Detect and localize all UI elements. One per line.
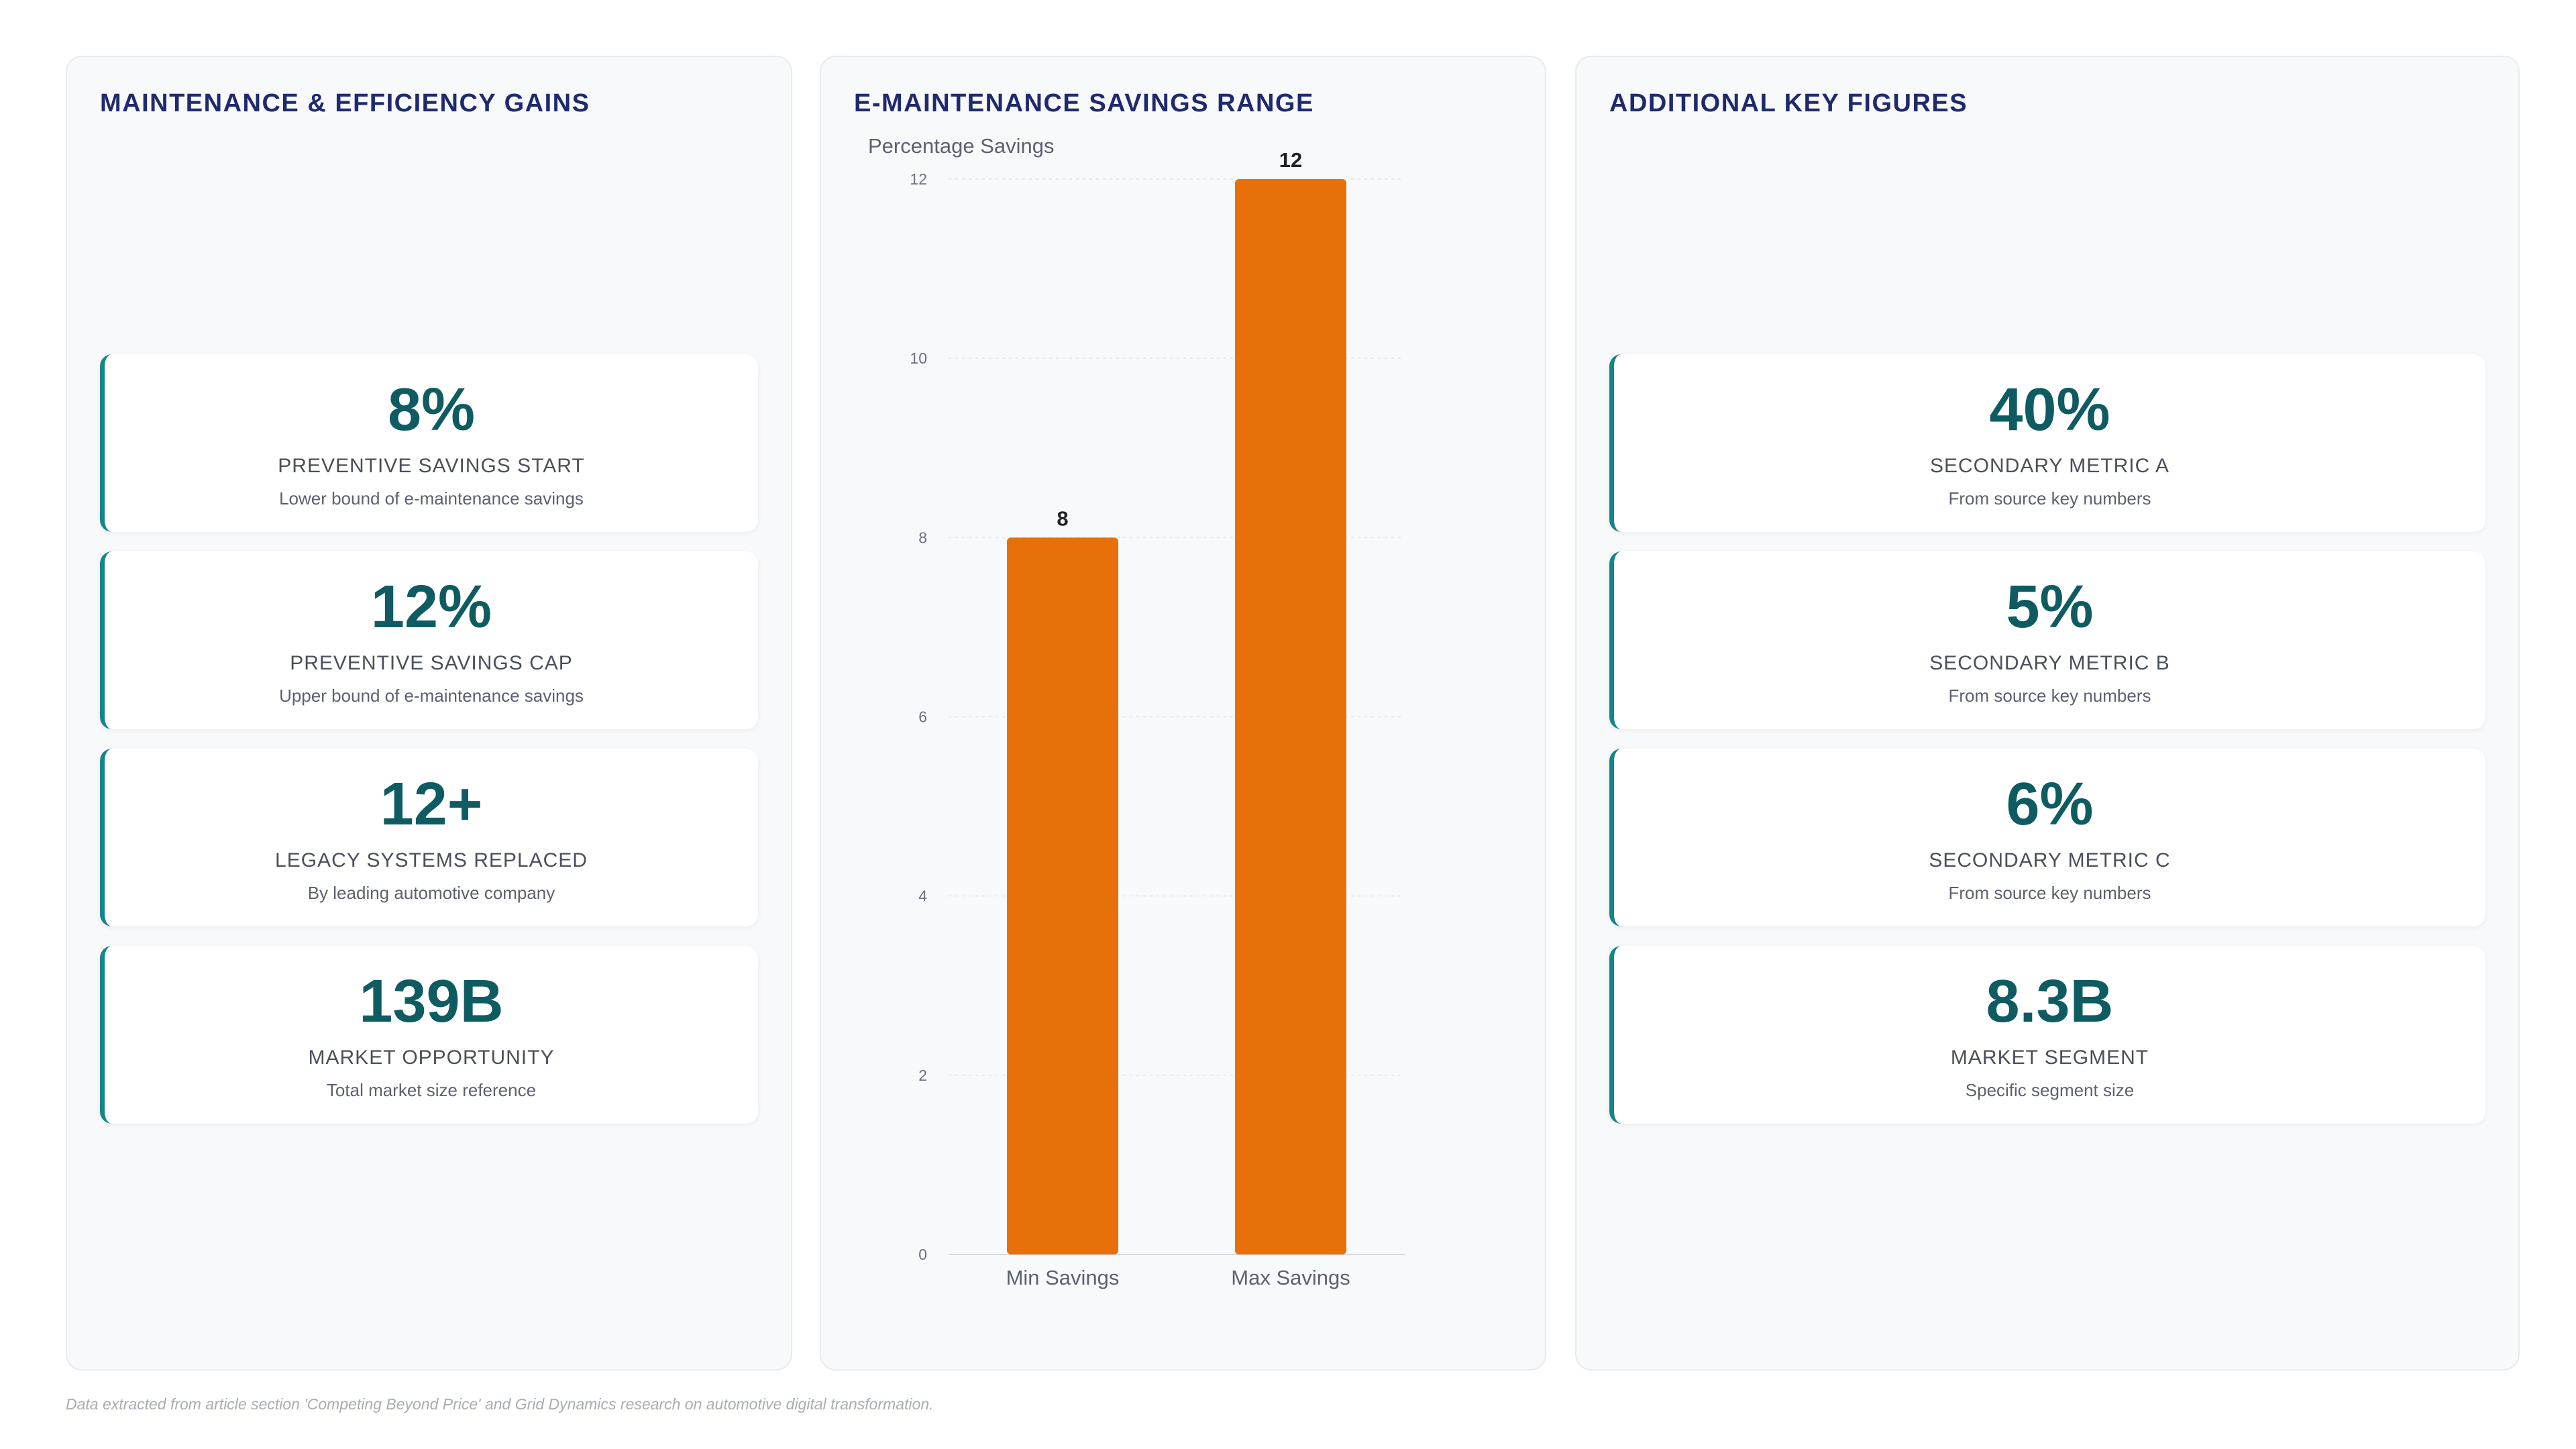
kpi-description: Total market size reference <box>326 1080 537 1100</box>
x-tick-label: Min Savings <box>1006 1266 1120 1289</box>
kpi-label: PREVENTIVE SAVINGS CAP <box>290 652 573 674</box>
kpi-description: By leading automotive company <box>307 883 555 903</box>
kpi-card: 8.3B MARKET SEGMENT Specific segment siz… <box>1609 946 2485 1124</box>
savings-range-panel: E-MAINTENANCE SAVINGS RANGE Percentage S… <box>820 56 1546 1371</box>
kpi-value: 12% <box>370 574 492 641</box>
kpi-value: 5% <box>2006 574 2094 641</box>
y-tick-label: 4 <box>918 888 927 905</box>
kpi-label: LEGACY SYSTEMS REPLACED <box>275 849 588 871</box>
kpi-value: 8% <box>387 376 476 443</box>
y-tick-label: 12 <box>910 170 927 188</box>
panel-title: ADDITIONAL KEY FIGURES <box>1609 89 1968 117</box>
kpi-label: SECONDARY METRIC B <box>1929 652 2170 674</box>
bar <box>1235 179 1346 1254</box>
kpi-description: From source key numbers <box>1948 488 2151 508</box>
kpi-value: 8.3B <box>1986 968 2114 1035</box>
kpi-card-list: 8% PREVENTIVE SAVINGS START Lower bound … <box>100 354 758 1124</box>
kpi-value: 40% <box>1989 376 2110 443</box>
dashboard-page: MAINTENANCE & EFFICIENCY GAINS 8% PREVEN… <box>0 0 2576 1449</box>
kpi-label: MARKET SEGMENT <box>1950 1046 2149 1069</box>
bar-value-label: 8 <box>1057 506 1068 530</box>
kpi-card: 8% PREVENTIVE SAVINGS START Lower bound … <box>100 354 758 532</box>
kpi-card: 40% SECONDARY METRIC A From source key n… <box>1609 354 2485 532</box>
y-tick-label: 6 <box>918 708 927 726</box>
y-tick-label: 0 <box>918 1246 927 1263</box>
bar-value-label: 12 <box>1279 148 1302 172</box>
y-tick-label: 10 <box>910 350 927 367</box>
kpi-description: Upper bound of e-maintenance savings <box>279 686 584 706</box>
panel-title: MAINTENANCE & EFFICIENCY GAINS <box>100 89 590 117</box>
kpi-description: Specific segment size <box>1965 1080 2135 1100</box>
bar <box>1007 537 1118 1255</box>
kpi-value: 139B <box>359 968 504 1035</box>
kpi-description: Lower bound of e-maintenance savings <box>279 488 584 508</box>
additional-figures-panel: ADDITIONAL KEY FIGURES 40% SECONDARY MET… <box>1575 56 2520 1371</box>
kpi-label: PREVENTIVE SAVINGS START <box>278 455 585 477</box>
kpi-label: MARKET OPPORTUNITY <box>308 1046 555 1069</box>
kpi-label: SECONDARY METRIC A <box>1930 455 2169 477</box>
x-tick-labels: Min Savings Max Savings <box>1006 1266 1350 1289</box>
x-tick-label: Max Savings <box>1231 1266 1350 1289</box>
kpi-card: 12% PREVENTIVE SAVINGS CAP Upper bound o… <box>100 551 758 729</box>
source-footnote: Data extracted from article section 'Com… <box>66 1395 934 1413</box>
y-tick-label: 2 <box>918 1067 927 1084</box>
y-axis-label: Percentage Savings <box>868 134 1054 158</box>
kpi-label: SECONDARY METRIC C <box>1929 849 2171 871</box>
kpi-card: 5% SECONDARY METRIC B From source key nu… <box>1609 551 2485 729</box>
kpi-card: 6% SECONDARY METRIC C From source key nu… <box>1609 749 2485 926</box>
y-tick-label: 8 <box>918 529 927 546</box>
kpi-value: 12+ <box>380 771 483 838</box>
kpi-description: From source key numbers <box>1948 686 2151 706</box>
y-tick-labels: 0 2 4 6 8 10 12 <box>910 170 927 1263</box>
kpi-description: From source key numbers <box>1948 883 2151 903</box>
kpi-card: 12+ LEGACY SYSTEMS REPLACED By leading a… <box>100 749 758 926</box>
savings-bar-chart: Percentage Savings 0 2 4 6 8 10 12 8 12 Min Sav… <box>868 134 1405 1289</box>
maintenance-efficiency-panel: MAINTENANCE & EFFICIENCY GAINS 8% PREVEN… <box>66 56 792 1371</box>
kpi-card-list: 40% SECONDARY METRIC A From source key n… <box>1609 354 2485 1124</box>
kpi-card: 139B MARKET OPPORTUNITY Total market siz… <box>100 946 758 1124</box>
kpi-value: 6% <box>2006 771 2094 838</box>
